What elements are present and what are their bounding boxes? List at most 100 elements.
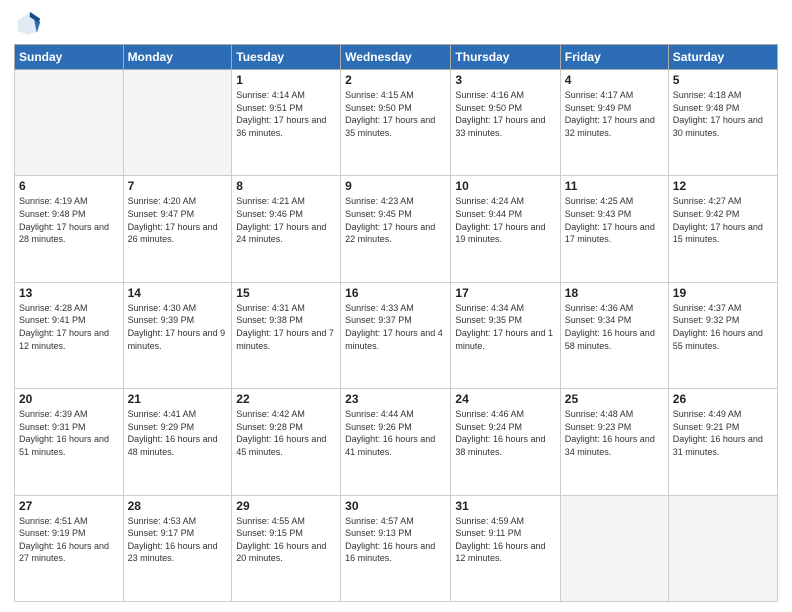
- logo-icon: [14, 10, 42, 38]
- day-info: Sunrise: 4:57 AM Sunset: 9:13 PM Dayligh…: [345, 515, 446, 565]
- day-info: Sunrise: 4:23 AM Sunset: 9:45 PM Dayligh…: [345, 195, 446, 245]
- day-number: 30: [345, 499, 446, 513]
- calendar-cell: 8 Sunrise: 4:21 AM Sunset: 9:46 PM Daylig…: [232, 176, 341, 282]
- day-number: 10: [455, 179, 555, 193]
- day-number: 8: [236, 179, 336, 193]
- day-number: 20: [19, 392, 119, 406]
- calendar-cell: 9 Sunrise: 4:23 AM Sunset: 9:45 PM Daylig…: [341, 176, 451, 282]
- calendar-cell: 3Sunrise: 4:16 AM Sunset: 9:50 PM Daylig…: [451, 70, 560, 176]
- calendar-cell: 6 Sunrise: 4:19 AM Sunset: 9:48 PM Daylig…: [15, 176, 124, 282]
- day-number: 12: [673, 179, 773, 193]
- day-info: Sunrise: 4:19 AM Sunset: 9:48 PM Dayligh…: [19, 195, 119, 245]
- day-info: Sunrise: 4:34 AM Sunset: 9:35 PM Dayligh…: [455, 302, 555, 352]
- day-info: Sunrise: 4:28 AM Sunset: 9:41 PM Dayligh…: [19, 302, 119, 352]
- calendar-cell: [15, 70, 124, 176]
- calendar-cell: 23Sunrise: 4:44 AM Sunset: 9:26 PM Dayli…: [341, 389, 451, 495]
- calendar-cell: 20 Sunrise: 4:39 AM Sunset: 9:31 PM Dayli…: [15, 389, 124, 495]
- calendar-cell: 21Sunrise: 4:41 AM Sunset: 9:29 PM Dayli…: [123, 389, 232, 495]
- calendar-cell: 28 Sunrise: 4:53 AM Sunset: 9:17 PM Dayli…: [123, 495, 232, 601]
- day-info: Sunrise: 4:31 AM Sunset: 9:38 PM Dayligh…: [236, 302, 336, 352]
- day-number: 17: [455, 286, 555, 300]
- calendar-cell: 29Sunrise: 4:55 AM Sunset: 9:15 PM Dayli…: [232, 495, 341, 601]
- calendar-cell: 24 Sunrise: 4:46 AM Sunset: 9:24 PM Dayli…: [451, 389, 560, 495]
- calendar-cell: 19 Sunrise: 4:37 AM Sunset: 9:32 PM Dayli…: [668, 282, 777, 388]
- day-number: 14: [128, 286, 228, 300]
- calendar-body: 1 Sunrise: 4:14 AM Sunset: 9:51 PM Daylig…: [15, 70, 778, 602]
- day-info: Sunrise: 4:39 AM Sunset: 9:31 PM Dayligh…: [19, 408, 119, 458]
- calendar-cell: 2 Sunrise: 4:15 AM Sunset: 9:50 PM Daylig…: [341, 70, 451, 176]
- day-number: 15: [236, 286, 336, 300]
- day-number: 1: [236, 73, 336, 87]
- day-number: 24: [455, 392, 555, 406]
- calendar-cell: 12 Sunrise: 4:27 AM Sunset: 9:42 PM Dayli…: [668, 176, 777, 282]
- day-info: Sunrise: 4:20 AM Sunset: 9:47 PM Dayligh…: [128, 195, 228, 245]
- day-number: 28: [128, 499, 228, 513]
- day-number: 4: [565, 73, 664, 87]
- day-info: Sunrise: 4:42 AM Sunset: 9:28 PM Dayligh…: [236, 408, 336, 458]
- day-info: Sunrise: 4:27 AM Sunset: 9:42 PM Dayligh…: [673, 195, 773, 245]
- day-info: Sunrise: 4:30 AM Sunset: 9:39 PM Dayligh…: [128, 302, 228, 352]
- day-number: 31: [455, 499, 555, 513]
- calendar-cell: 22 Sunrise: 4:42 AM Sunset: 9:28 PM Dayli…: [232, 389, 341, 495]
- logo: [14, 10, 46, 38]
- calendar-cell: 25Sunrise: 4:48 AM Sunset: 9:23 PM Dayli…: [560, 389, 668, 495]
- calendar-cell: 16Sunrise: 4:33 AM Sunset: 9:37 PM Dayli…: [341, 282, 451, 388]
- day-number: 7: [128, 179, 228, 193]
- day-number: 25: [565, 392, 664, 406]
- day-number: 5: [673, 73, 773, 87]
- day-info: Sunrise: 4:59 AM Sunset: 9:11 PM Dayligh…: [455, 515, 555, 565]
- calendar-table: SundayMondayTuesdayWednesdayThursdayFrid…: [14, 44, 778, 602]
- day-info: Sunrise: 4:24 AM Sunset: 9:44 PM Dayligh…: [455, 195, 555, 245]
- day-number: 3: [455, 73, 555, 87]
- day-info: Sunrise: 4:15 AM Sunset: 9:50 PM Dayligh…: [345, 89, 446, 139]
- weekday-header: Tuesday: [232, 45, 341, 70]
- day-info: Sunrise: 4:36 AM Sunset: 9:34 PM Dayligh…: [565, 302, 664, 352]
- day-number: 13: [19, 286, 119, 300]
- calendar-cell: 10 Sunrise: 4:24 AM Sunset: 9:44 PM Dayli…: [451, 176, 560, 282]
- weekday-row: SundayMondayTuesdayWednesdayThursdayFrid…: [15, 45, 778, 70]
- calendar-cell: 4 Sunrise: 4:17 AM Sunset: 9:49 PM Daylig…: [560, 70, 668, 176]
- weekday-header: Friday: [560, 45, 668, 70]
- day-number: 2: [345, 73, 446, 87]
- day-info: Sunrise: 4:41 AM Sunset: 9:29 PM Dayligh…: [128, 408, 228, 458]
- day-info: Sunrise: 4:17 AM Sunset: 9:49 PM Dayligh…: [565, 89, 664, 139]
- weekday-header: Saturday: [668, 45, 777, 70]
- day-info: Sunrise: 4:21 AM Sunset: 9:46 PM Dayligh…: [236, 195, 336, 245]
- day-number: 23: [345, 392, 446, 406]
- calendar-week-row: 1 Sunrise: 4:14 AM Sunset: 9:51 PM Daylig…: [15, 70, 778, 176]
- day-info: Sunrise: 4:51 AM Sunset: 9:19 PM Dayligh…: [19, 515, 119, 565]
- calendar-header: SundayMondayTuesdayWednesdayThursdayFrid…: [15, 45, 778, 70]
- day-number: 6: [19, 179, 119, 193]
- calendar-cell: 11 Sunrise: 4:25 AM Sunset: 9:43 PM Dayli…: [560, 176, 668, 282]
- calendar-cell: 13 Sunrise: 4:28 AM Sunset: 9:41 PM Dayli…: [15, 282, 124, 388]
- day-number: 9: [345, 179, 446, 193]
- day-info: Sunrise: 4:14 AM Sunset: 9:51 PM Dayligh…: [236, 89, 336, 139]
- calendar-cell: 17 Sunrise: 4:34 AM Sunset: 9:35 PM Dayli…: [451, 282, 560, 388]
- weekday-header: Monday: [123, 45, 232, 70]
- weekday-header: Sunday: [15, 45, 124, 70]
- day-number: 11: [565, 179, 664, 193]
- day-number: 26: [673, 392, 773, 406]
- weekday-header: Wednesday: [341, 45, 451, 70]
- calendar-cell: [560, 495, 668, 601]
- calendar-cell: [123, 70, 232, 176]
- day-number: 19: [673, 286, 773, 300]
- calendar-cell: 31 Sunrise: 4:59 AM Sunset: 9:11 PM Dayli…: [451, 495, 560, 601]
- calendar-cell: 5 Sunrise: 4:18 AM Sunset: 9:48 PM Daylig…: [668, 70, 777, 176]
- day-info: Sunrise: 4:49 AM Sunset: 9:21 PM Dayligh…: [673, 408, 773, 458]
- calendar-week-row: 27 Sunrise: 4:51 AM Sunset: 9:19 PM Dayli…: [15, 495, 778, 601]
- day-number: 27: [19, 499, 119, 513]
- day-number: 22: [236, 392, 336, 406]
- calendar-cell: 15 Sunrise: 4:31 AM Sunset: 9:38 PM Dayli…: [232, 282, 341, 388]
- calendar-cell: 27 Sunrise: 4:51 AM Sunset: 9:19 PM Dayli…: [15, 495, 124, 601]
- day-info: Sunrise: 4:46 AM Sunset: 9:24 PM Dayligh…: [455, 408, 555, 458]
- day-info: Sunrise: 4:18 AM Sunset: 9:48 PM Dayligh…: [673, 89, 773, 139]
- calendar-cell: 1 Sunrise: 4:14 AM Sunset: 9:51 PM Daylig…: [232, 70, 341, 176]
- day-info: Sunrise: 4:37 AM Sunset: 9:32 PM Dayligh…: [673, 302, 773, 352]
- weekday-header: Thursday: [451, 45, 560, 70]
- calendar-week-row: 20 Sunrise: 4:39 AM Sunset: 9:31 PM Dayli…: [15, 389, 778, 495]
- day-info: Sunrise: 4:53 AM Sunset: 9:17 PM Dayligh…: [128, 515, 228, 565]
- day-info: Sunrise: 4:25 AM Sunset: 9:43 PM Dayligh…: [565, 195, 664, 245]
- calendar-cell: 26 Sunrise: 4:49 AM Sunset: 9:21 PM Dayli…: [668, 389, 777, 495]
- calendar-cell: 14 Sunrise: 4:30 AM Sunset: 9:39 PM Dayli…: [123, 282, 232, 388]
